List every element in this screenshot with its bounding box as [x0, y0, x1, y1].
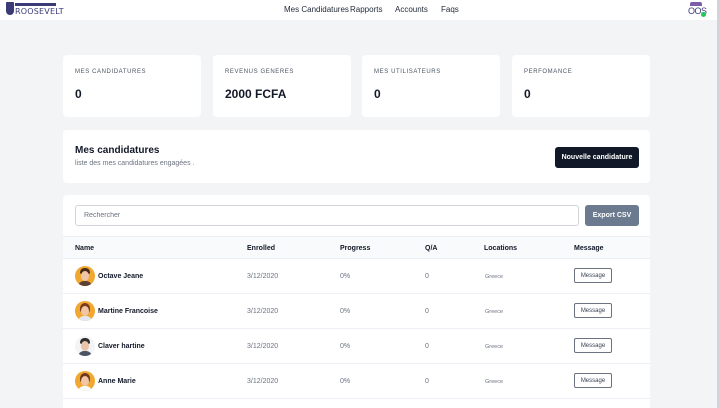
- stat-value: 2000 FCFA: [225, 87, 287, 101]
- column-header-message[interactable]: Message: [574, 245, 604, 252]
- row-qa: 0: [425, 273, 429, 280]
- stat-card-candidatures: MES CANDIDATURES 0: [63, 55, 201, 117]
- row-qa: 0: [425, 308, 429, 315]
- table-row: Martine Francoise 3/12/2020 0% 0 Greece …: [63, 294, 650, 329]
- online-status-dot: [701, 12, 706, 17]
- column-header-qa[interactable]: Q/A: [425, 245, 437, 252]
- row-location: Greece: [485, 379, 504, 385]
- avatar: [75, 336, 95, 356]
- nav-item-accounts[interactable]: Accounts: [395, 5, 428, 14]
- row-location: Greece: [485, 344, 504, 350]
- stat-label: PERFOMANCE: [524, 69, 573, 75]
- brand-name: ROOSEVELT: [15, 7, 64, 16]
- section-title: Mes candidatures: [75, 145, 160, 156]
- row-name: Claver hartine: [98, 343, 145, 350]
- section-subtitle: liste des mes candidatures engagées .: [75, 160, 195, 167]
- candidatures-table-card: Export CSV Name Enrolled Progress Q/A Lo…: [63, 195, 650, 408]
- row-enrolled: 3/12/2020: [247, 308, 279, 315]
- logo-bar: [15, 3, 56, 6]
- row-name: Octave Jeane: [98, 273, 144, 280]
- avatar: [75, 371, 95, 391]
- row-location: Greece: [485, 309, 504, 315]
- table-row: Claver hartine 3/12/2020 0% 0 Greece Mes…: [63, 329, 650, 364]
- row-enrolled: 3/12/2020: [247, 273, 279, 280]
- nav-item-faqs[interactable]: Faqs: [441, 5, 459, 14]
- message-button[interactable]: Message: [574, 268, 612, 283]
- row-progress: 0%: [340, 343, 351, 350]
- avatar: [75, 301, 95, 321]
- top-navbar: ROOSEVELT Mes Candidatures Rapports Acco…: [0, 0, 720, 20]
- user-avatar[interactable]: OOS: [686, 1, 708, 19]
- new-candidature-button[interactable]: Nouvelle candidature: [555, 147, 639, 168]
- brand-logo[interactable]: ROOSEVELT: [6, 1, 64, 17]
- stat-label: REVENUS GENERES: [225, 69, 295, 75]
- message-button[interactable]: Message: [574, 373, 612, 388]
- row-name: Martine Francoise: [98, 308, 158, 315]
- column-header-enrolled[interactable]: Enrolled: [247, 245, 275, 252]
- row-enrolled: 3/12/2020: [247, 378, 279, 385]
- stat-card-utilisateurs: MES UTILISATEURS 0: [362, 55, 500, 117]
- column-header-name[interactable]: Name: [75, 245, 94, 252]
- row-location: Greece: [485, 274, 504, 280]
- shield-icon: [6, 2, 14, 15]
- row-progress: 0%: [340, 378, 351, 385]
- row-qa: 0: [425, 343, 429, 350]
- stat-card-performance: PERFOMANCE 0: [512, 55, 650, 117]
- stat-value: 0: [524, 87, 531, 101]
- table-header: Name Enrolled Progress Q/A Locations Mes…: [63, 236, 650, 259]
- row-progress: 0%: [340, 273, 351, 280]
- row-qa: 0: [425, 378, 429, 385]
- nav-item-rapports[interactable]: Rapports: [350, 5, 382, 14]
- search-input[interactable]: [75, 205, 579, 226]
- row-enrolled: 3/12/2020: [247, 343, 279, 350]
- stat-label: MES UTILISATEURS: [374, 69, 441, 75]
- stat-value: 0: [75, 87, 82, 101]
- message-button[interactable]: Message: [574, 338, 612, 353]
- stat-label: MES CANDIDATURES: [75, 69, 147, 75]
- candidatures-header-card: Mes candidatures liste des mes candidatu…: [63, 130, 650, 183]
- column-header-progress[interactable]: Progress: [340, 245, 370, 252]
- stat-card-revenus: REVENUS GENERES 2000 FCFA: [213, 55, 351, 117]
- table-row: Octave Jeane 3/12/2020 0% 0 Greece Messa…: [63, 259, 650, 294]
- row-progress: 0%: [340, 308, 351, 315]
- stat-value: 0: [374, 87, 381, 101]
- avatar: [75, 266, 95, 286]
- row-name: Anne Marie: [98, 378, 136, 385]
- nav-item-mes-candidatures[interactable]: Mes Candidatures: [284, 5, 349, 14]
- column-header-locations[interactable]: Locations: [484, 245, 517, 252]
- table-row: Anne Marie 3/12/2020 0% 0 Greece Message: [63, 364, 650, 399]
- message-button[interactable]: Message: [574, 303, 612, 318]
- export-csv-button[interactable]: Export CSV: [585, 205, 639, 226]
